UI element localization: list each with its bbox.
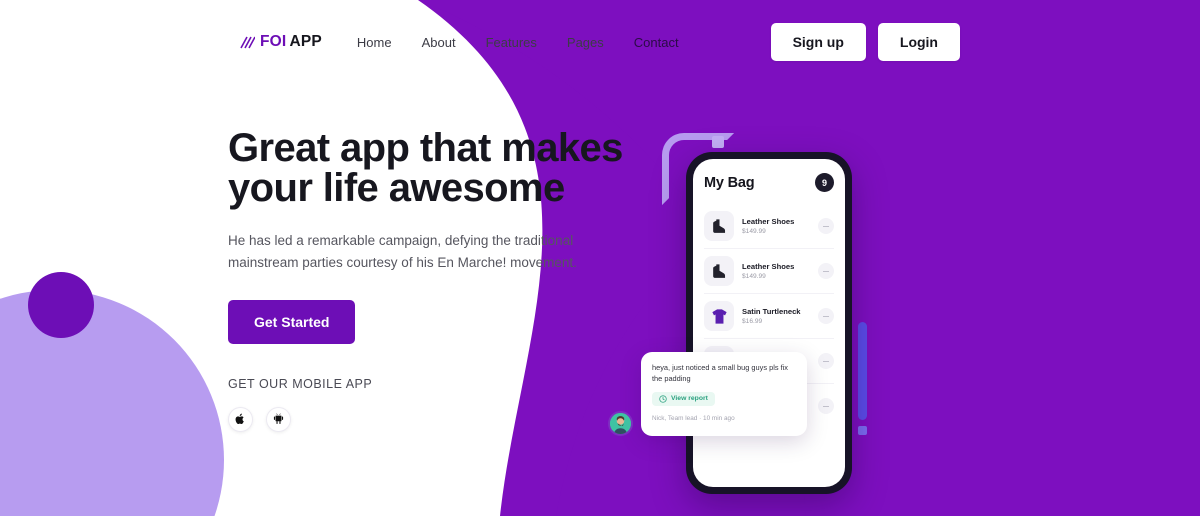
chat-message: heya, just noticed a small bug guys pls … bbox=[652, 363, 788, 384]
bag-title: My Bag bbox=[704, 174, 755, 191]
product-thumbnail bbox=[704, 256, 734, 286]
mobile-app-label: GET OUR MOBILE APP bbox=[228, 376, 373, 391]
remove-item-button[interactable] bbox=[818, 218, 834, 234]
android-icon bbox=[273, 413, 284, 425]
logo-text: FOI APP bbox=[260, 33, 322, 51]
hero-title-line-1: Great app that makes bbox=[228, 126, 623, 170]
minus-icon bbox=[823, 225, 829, 227]
phone-mockup: My Bag 9 Leather Shoes $149.99 Leather S… bbox=[686, 152, 852, 494]
bag-item[interactable]: Leather Shoes $149.99 bbox=[704, 204, 834, 249]
phone-screen: My Bag 9 Leather Shoes $149.99 Leather S… bbox=[693, 159, 845, 487]
minus-icon bbox=[823, 270, 829, 272]
nav-item-contact[interactable]: Contact bbox=[634, 35, 679, 50]
apple-store-button[interactable] bbox=[228, 406, 253, 432]
product-name: Leather Shoes bbox=[742, 262, 795, 271]
hero-content: Great app that makes your life awesome H… bbox=[228, 128, 628, 432]
logo-primary: FOI bbox=[260, 33, 287, 50]
signup-button[interactable]: Sign up bbox=[770, 23, 866, 61]
remove-item-button[interactable] bbox=[818, 353, 834, 369]
logo-secondary: APP bbox=[289, 33, 322, 50]
product-thumbnail bbox=[704, 211, 734, 241]
nav-item-home[interactable]: Home bbox=[357, 35, 392, 50]
store-buttons bbox=[228, 406, 628, 432]
remove-item-button[interactable] bbox=[818, 263, 834, 279]
product-info: Satin Turtleneck $16.99 bbox=[742, 307, 810, 325]
product-info: Leather Shoes $149.99 bbox=[742, 262, 810, 280]
product-info: Leather Shoes $149.99 bbox=[742, 217, 810, 235]
decorative-bar bbox=[858, 322, 867, 420]
main-nav: Home About Features Pages Contact bbox=[357, 35, 679, 50]
hero-description: He has led a remarkable campaign, defyin… bbox=[228, 233, 577, 270]
boot-icon bbox=[712, 263, 725, 278]
hero-title-line-2: your life awesome bbox=[228, 166, 565, 210]
view-report-label: View report bbox=[671, 395, 708, 402]
clock-icon bbox=[659, 394, 667, 403]
user-photo-icon bbox=[610, 413, 631, 434]
bag-header: My Bag 9 bbox=[704, 173, 834, 192]
hatch-lines-icon bbox=[240, 36, 255, 48]
nav-item-features[interactable]: Features bbox=[486, 35, 537, 50]
page-title: Great app that makes your life awesome bbox=[228, 128, 628, 208]
sweater-icon bbox=[711, 308, 727, 324]
remove-item-button[interactable] bbox=[818, 398, 834, 414]
bag-item[interactable]: Satin Turtleneck $16.99 bbox=[704, 294, 834, 339]
minus-icon bbox=[823, 315, 829, 317]
nav-item-pages[interactable]: Pages bbox=[567, 35, 604, 50]
apple-icon bbox=[235, 413, 244, 425]
remove-item-button[interactable] bbox=[818, 308, 834, 324]
bag-count-badge: 9 bbox=[815, 173, 834, 192]
chat-notification-card: heya, just noticed a small bug guys pls … bbox=[641, 352, 807, 436]
product-name: Satin Turtleneck bbox=[742, 307, 801, 316]
nav-item-about[interactable]: About bbox=[422, 35, 456, 50]
site-header: FOI APP Home About Features Pages Contact… bbox=[0, 0, 1200, 84]
decorative-square-small bbox=[712, 136, 724, 148]
chat-meta: Nick, Team lead · 10 min ago bbox=[652, 414, 735, 422]
product-price: $149.99 bbox=[742, 228, 766, 235]
avatar[interactable] bbox=[608, 411, 633, 436]
logo[interactable]: FOI APP bbox=[240, 33, 322, 51]
header-actions: Sign up Login bbox=[770, 23, 960, 61]
boot-icon bbox=[712, 218, 725, 233]
minus-icon bbox=[823, 360, 829, 362]
minus-icon bbox=[823, 405, 829, 407]
decorative-square-bottom bbox=[858, 426, 867, 435]
get-started-button[interactable]: Get Started bbox=[228, 299, 356, 344]
product-thumbnail bbox=[704, 301, 734, 331]
hero-page: FOI APP Home About Features Pages Contact… bbox=[0, 0, 1200, 516]
product-price: $149.99 bbox=[742, 273, 766, 280]
android-store-button[interactable] bbox=[266, 406, 291, 432]
login-button[interactable]: Login bbox=[877, 23, 960, 61]
decorative-small-circle bbox=[28, 272, 94, 338]
product-name: Leather Shoes bbox=[742, 217, 795, 226]
product-price: $16.99 bbox=[742, 318, 763, 325]
bag-item[interactable]: Leather Shoes $149.99 bbox=[704, 249, 834, 294]
view-report-button[interactable]: View report bbox=[652, 391, 715, 406]
